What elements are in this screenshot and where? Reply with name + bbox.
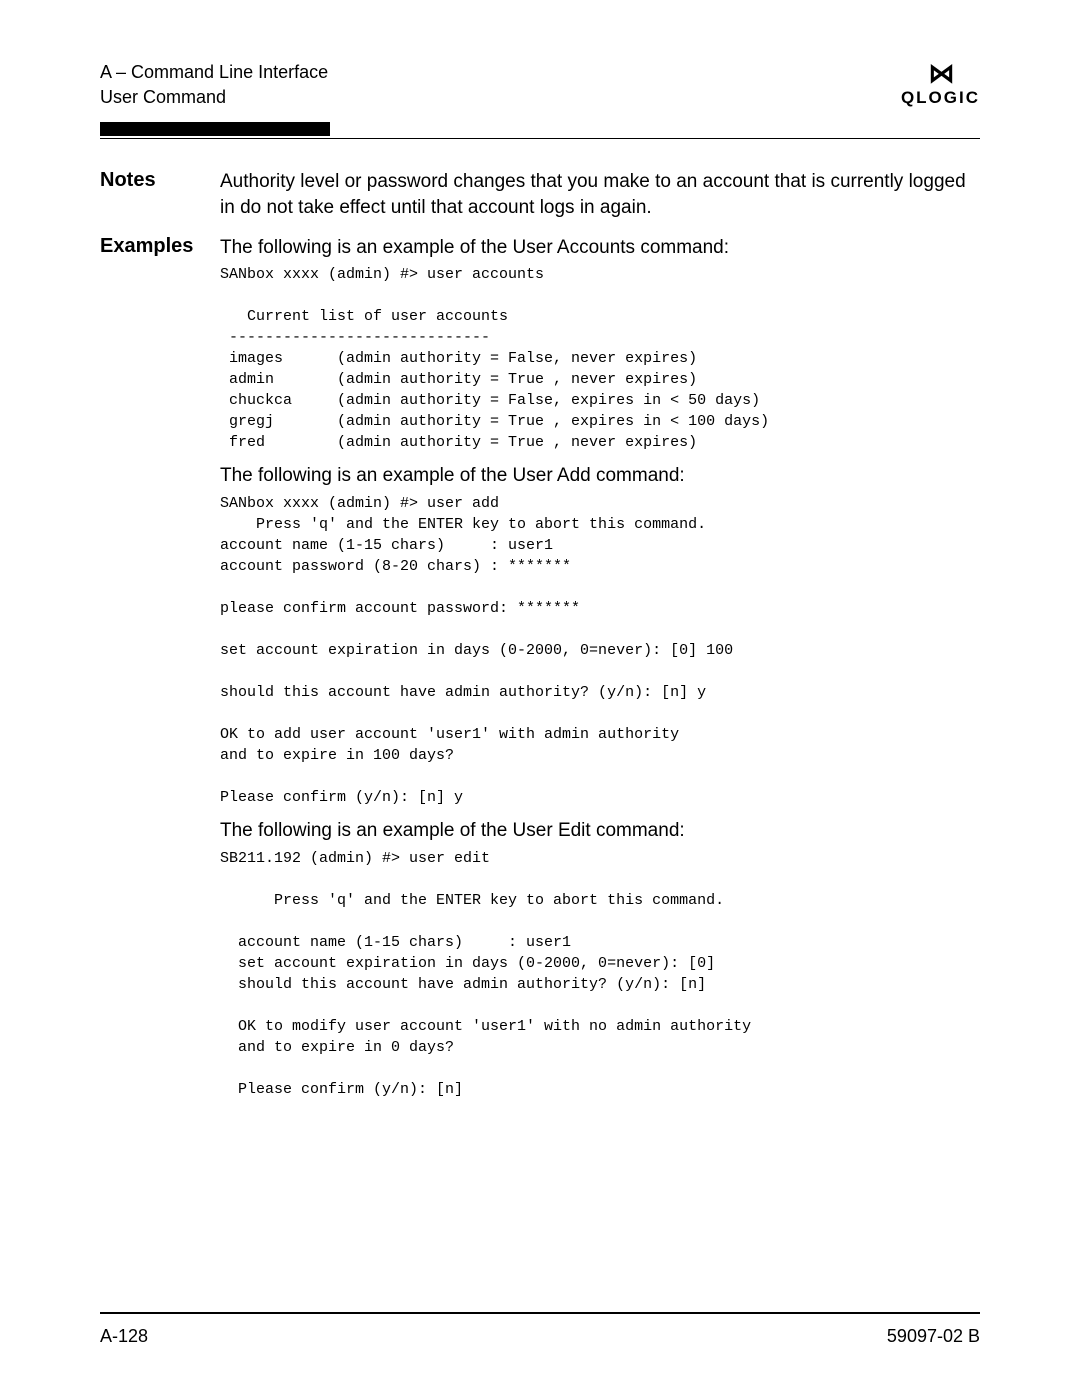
footer-row: A-128 59097-02 B <box>100 1326 980 1347</box>
header-thick-bar <box>100 122 330 136</box>
page: A – Command Line Interface User Command … <box>0 0 1080 1397</box>
qlogic-logo: ⋈ QLOGIC <box>901 60 980 108</box>
examples-code-3: SB211.192 (admin) #> user edit Press 'q'… <box>220 848 980 1100</box>
header-line2: User Command <box>100 85 328 110</box>
footer-rule <box>100 1312 980 1314</box>
header-left: A – Command Line Interface User Command <box>100 60 328 110</box>
header-line1: A – Command Line Interface <box>100 60 328 85</box>
examples-code-1: SANbox xxxx (admin) #> user accounts Cur… <box>220 264 980 453</box>
examples-section: Examples The following is an example of … <box>100 235 980 1110</box>
header-rule <box>100 122 980 139</box>
page-number: A-128 <box>100 1326 148 1347</box>
examples-label: Examples <box>100 235 220 1110</box>
notes-section: Notes Authority level or password change… <box>100 169 980 220</box>
content: Notes Authority level or password change… <box>100 169 980 1109</box>
examples-body: The following is an example of the User … <box>220 235 980 1110</box>
examples-intro-2: The following is an example of the User … <box>220 463 980 489</box>
header-thin-line <box>100 138 980 139</box>
doc-number: 59097-02 B <box>887 1326 980 1347</box>
logo-text: QLOGIC <box>901 88 980 107</box>
page-header: A – Command Line Interface User Command … <box>100 60 980 118</box>
examples-intro-1: The following is an example of the User … <box>220 235 980 261</box>
examples-code-2: SANbox xxxx (admin) #> user add Press 'q… <box>220 493 980 808</box>
examples-intro-3: The following is an example of the User … <box>220 818 980 844</box>
notes-text: Authority level or password changes that… <box>220 169 980 220</box>
logo-icon: ⋈ <box>901 60 980 86</box>
notes-label: Notes <box>100 169 220 220</box>
page-footer: A-128 59097-02 B <box>100 1312 980 1347</box>
